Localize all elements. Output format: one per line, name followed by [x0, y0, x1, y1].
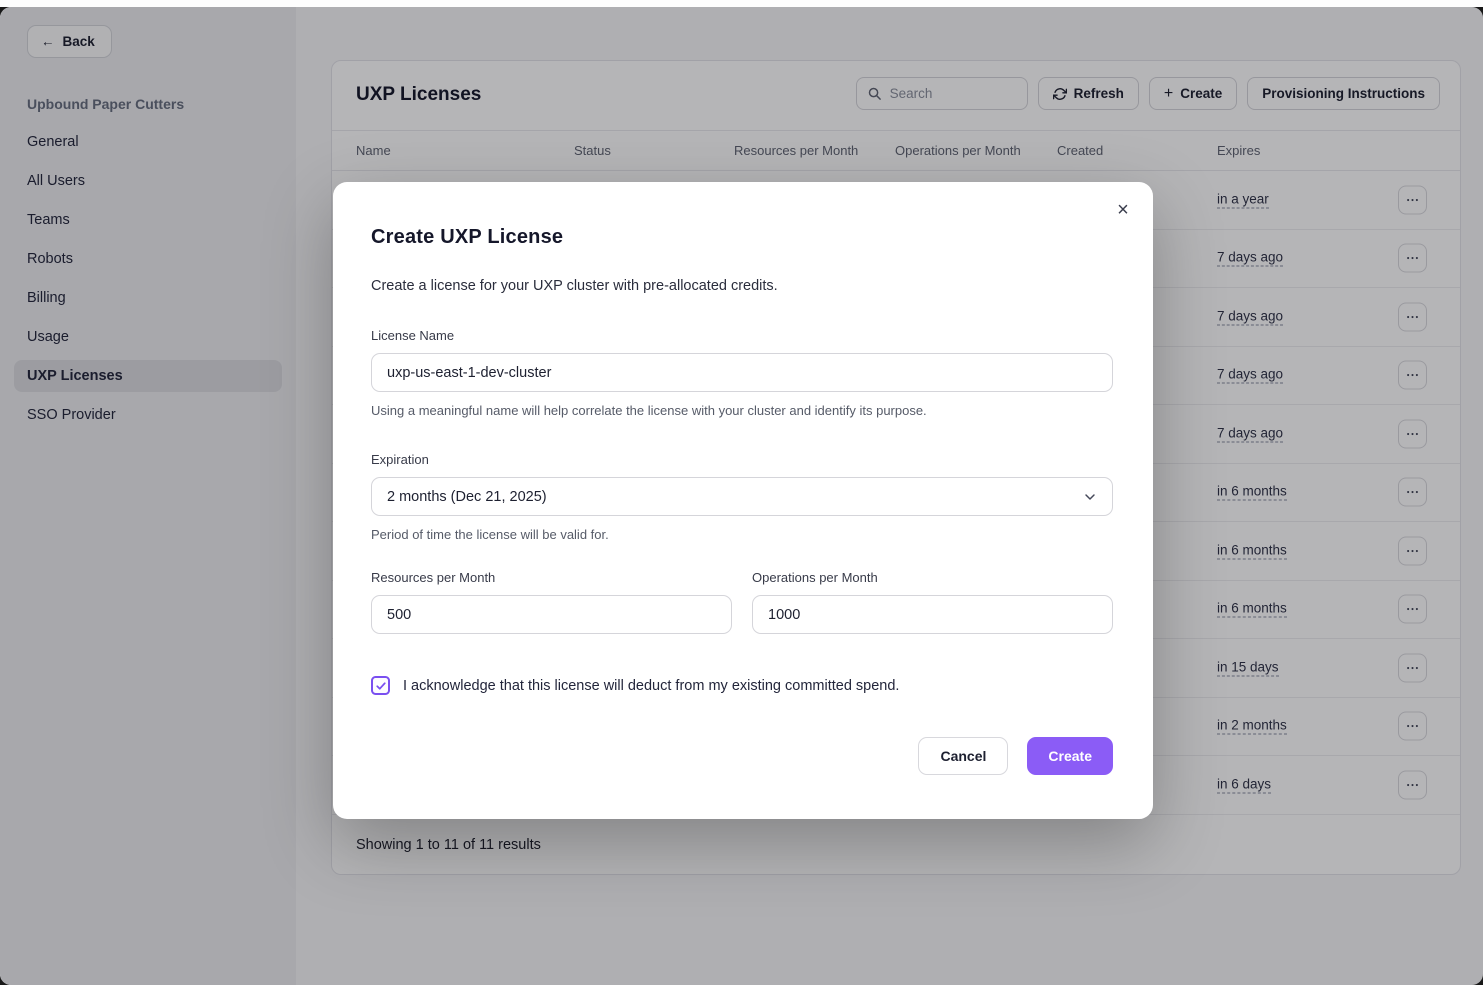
- resources-field-group: Resources per Month: [371, 542, 732, 634]
- close-button[interactable]: ×: [1107, 194, 1139, 226]
- expiration-selected-value: 2 months (Dec 21, 2025): [387, 489, 547, 505]
- resources-per-month-label: Resources per Month: [371, 570, 732, 585]
- app-window: ← Back Upbound Paper Cutters General All…: [0, 7, 1483, 985]
- cancel-button[interactable]: Cancel: [918, 737, 1008, 775]
- operations-field-group: Operations per Month: [752, 542, 1113, 634]
- operations-per-month-input[interactable]: [752, 595, 1113, 634]
- credits-fields: Resources per Month Operations per Month: [371, 542, 1113, 634]
- resources-per-month-input[interactable]: [371, 595, 732, 634]
- modal-description: Create a license for your UXP cluster wi…: [371, 278, 1113, 294]
- expiration-select[interactable]: 2 months (Dec 21, 2025): [371, 477, 1113, 516]
- expiration-label: Expiration: [371, 452, 1113, 467]
- check-icon: [375, 680, 387, 692]
- license-name-input[interactable]: [371, 353, 1113, 392]
- acknowledge-checkbox[interactable]: [371, 676, 390, 695]
- license-name-helper: Using a meaningful name will help correl…: [371, 403, 1113, 418]
- browser-chrome-strip: [0, 0, 1483, 7]
- modal-title: Create UXP License: [371, 226, 1113, 249]
- close-icon: ×: [1117, 199, 1129, 221]
- chevron-down-icon: [1082, 489, 1098, 505]
- expiration-helper: Period of time the license will be valid…: [371, 527, 1113, 542]
- operations-per-month-label: Operations per Month: [752, 570, 1113, 585]
- acknowledge-label: I acknowledge that this license will ded…: [403, 678, 899, 694]
- license-name-label: License Name: [371, 328, 1113, 343]
- acknowledge-row: I acknowledge that this license will ded…: [371, 676, 1113, 695]
- modal-create-button[interactable]: Create: [1027, 737, 1113, 775]
- modal-actions: Cancel Create: [371, 737, 1113, 775]
- create-uxp-license-modal: × Create UXP License Create a license fo…: [333, 182, 1153, 819]
